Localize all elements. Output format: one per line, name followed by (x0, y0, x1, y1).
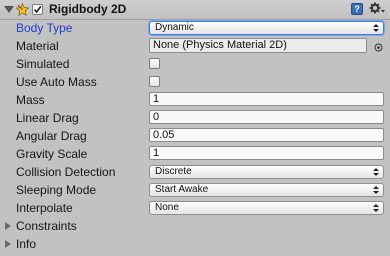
body-type-label: Body Type (16, 21, 73, 35)
interpolate-value: None (155, 202, 179, 213)
material-value: None (Physics Material 2D) (153, 39, 287, 51)
simulated-row: Simulated (0, 55, 390, 73)
sleeping-mode-dropdown[interactable]: Start Awake (149, 183, 384, 197)
collision-detection-value: Discrete (155, 166, 192, 177)
component-enabled-checkbox[interactable] (32, 4, 43, 15)
dropdown-arrows-icon (373, 186, 379, 194)
body-type-row: Body Type Dynamic (0, 19, 390, 37)
collision-detection-dropdown[interactable]: Discrete (149, 165, 384, 179)
help-book-icon[interactable]: ? (351, 3, 363, 15)
sleeping-mode-label: Sleeping Mode (16, 183, 97, 197)
interpolate-dropdown[interactable]: None (149, 201, 384, 215)
simulated-checkbox[interactable] (149, 58, 160, 69)
angular-drag-input[interactable]: 0.05 (149, 128, 384, 142)
mass-value: 1 (153, 93, 160, 105)
component-title: Rigidbody 2D (49, 2, 127, 16)
body-type-dropdown[interactable]: Dynamic (149, 21, 384, 35)
constraints-label: Constraints (16, 219, 77, 233)
dropdown-arrows-icon (373, 168, 379, 176)
mass-row: Mass 1 (0, 91, 390, 109)
sleeping-mode-value: Start Awake (155, 184, 209, 195)
use-auto-mass-row: Use Auto Mass (0, 73, 390, 91)
angular-drag-row: Angular Drag 0.05 (0, 127, 390, 145)
rigidbody2d-icon (15, 2, 30, 17)
info-foldout[interactable]: Info (0, 235, 390, 253)
info-label: Info (16, 237, 37, 251)
interpolate-row: Interpolate None (0, 199, 390, 217)
use-auto-mass-label: Use Auto Mass (16, 75, 97, 89)
foldout-arrow-icon[interactable] (5, 240, 11, 248)
constraints-foldout[interactable]: Constraints (0, 217, 390, 235)
gravity-scale-row: Gravity Scale 1 (0, 145, 390, 163)
mass-input[interactable]: 1 (149, 92, 384, 106)
linear-drag-row: Linear Drag 0 (0, 109, 390, 127)
sleeping-mode-row: Sleeping Mode Start Awake (0, 181, 390, 199)
dropdown-arrows-icon (373, 24, 379, 32)
object-picker-icon[interactable] (374, 41, 383, 52)
angular-drag-value: 0.05 (153, 129, 175, 141)
collision-detection-label: Collision Detection (16, 165, 116, 179)
gear-icon[interactable] (369, 2, 385, 15)
interpolate-label: Interpolate (16, 201, 73, 215)
linear-drag-label: Linear Drag (16, 111, 79, 125)
component-header: Rigidbody 2D ? (0, 0, 390, 20)
foldout-arrow-icon[interactable] (5, 222, 11, 230)
simulated-label: Simulated (16, 57, 70, 71)
collision-detection-row: Collision Detection Discrete (0, 163, 390, 181)
gravity-scale-label: Gravity Scale (16, 147, 88, 161)
angular-drag-label: Angular Drag (16, 129, 87, 143)
header-foldout-arrow-icon[interactable] (4, 6, 14, 13)
gravity-scale-input[interactable]: 1 (149, 146, 384, 160)
linear-drag-input[interactable]: 0 (149, 110, 384, 124)
material-object-field[interactable]: None (Physics Material 2D) (149, 38, 367, 53)
mass-label: Mass (16, 93, 45, 107)
material-row: Material None (Physics Material 2D) (0, 37, 390, 55)
material-label: Material (16, 39, 59, 53)
gravity-scale-value: 1 (153, 147, 160, 159)
linear-drag-value: 0 (153, 111, 160, 123)
dropdown-arrows-icon (373, 204, 379, 212)
body-type-value: Dynamic (155, 22, 194, 33)
use-auto-mass-checkbox[interactable] (149, 76, 160, 87)
